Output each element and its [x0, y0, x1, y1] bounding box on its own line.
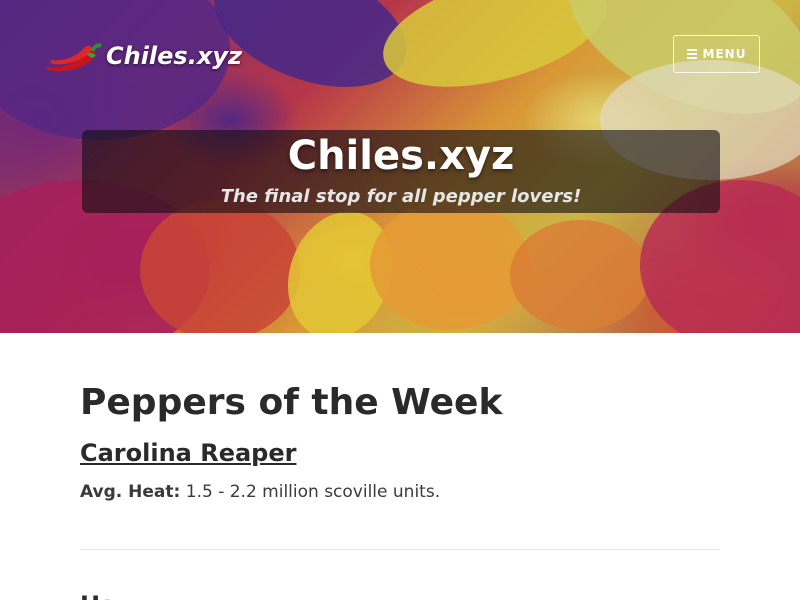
hero-banner: Chiles.xyz MENU Chiles.xyz The final sto… — [0, 0, 800, 333]
chili-pepper-icon — [44, 43, 102, 72]
site-title: Chiles.xyz — [287, 133, 515, 179]
heat-value: 1.5 - 2.2 million scoville units. — [185, 482, 441, 502]
pepper-link-carolina-reaper[interactable]: Carolina Reaper — [80, 439, 296, 467]
hamburger-icon — [686, 47, 697, 61]
site-tagline: The final stop for all pepper lovers! — [220, 186, 582, 207]
section-divider — [80, 549, 720, 550]
brand-logo-link[interactable]: Chiles.xyz — [40, 36, 242, 76]
hero-title-panel: Chiles.xyz The final stop for all pepper… — [82, 130, 720, 213]
heat-label: Avg. Heat: — [80, 482, 181, 502]
section-title: Peppers of the Week — [80, 382, 503, 423]
heat-info: Avg. Heat: 1.5 - 2.2 million scoville un… — [80, 481, 440, 503]
brand-name: Chiles.xyz — [106, 42, 242, 70]
next-section-title: Ha — [80, 591, 116, 600]
menu-button-label: MENU — [702, 47, 747, 61]
menu-button[interactable]: MENU — [673, 35, 760, 73]
